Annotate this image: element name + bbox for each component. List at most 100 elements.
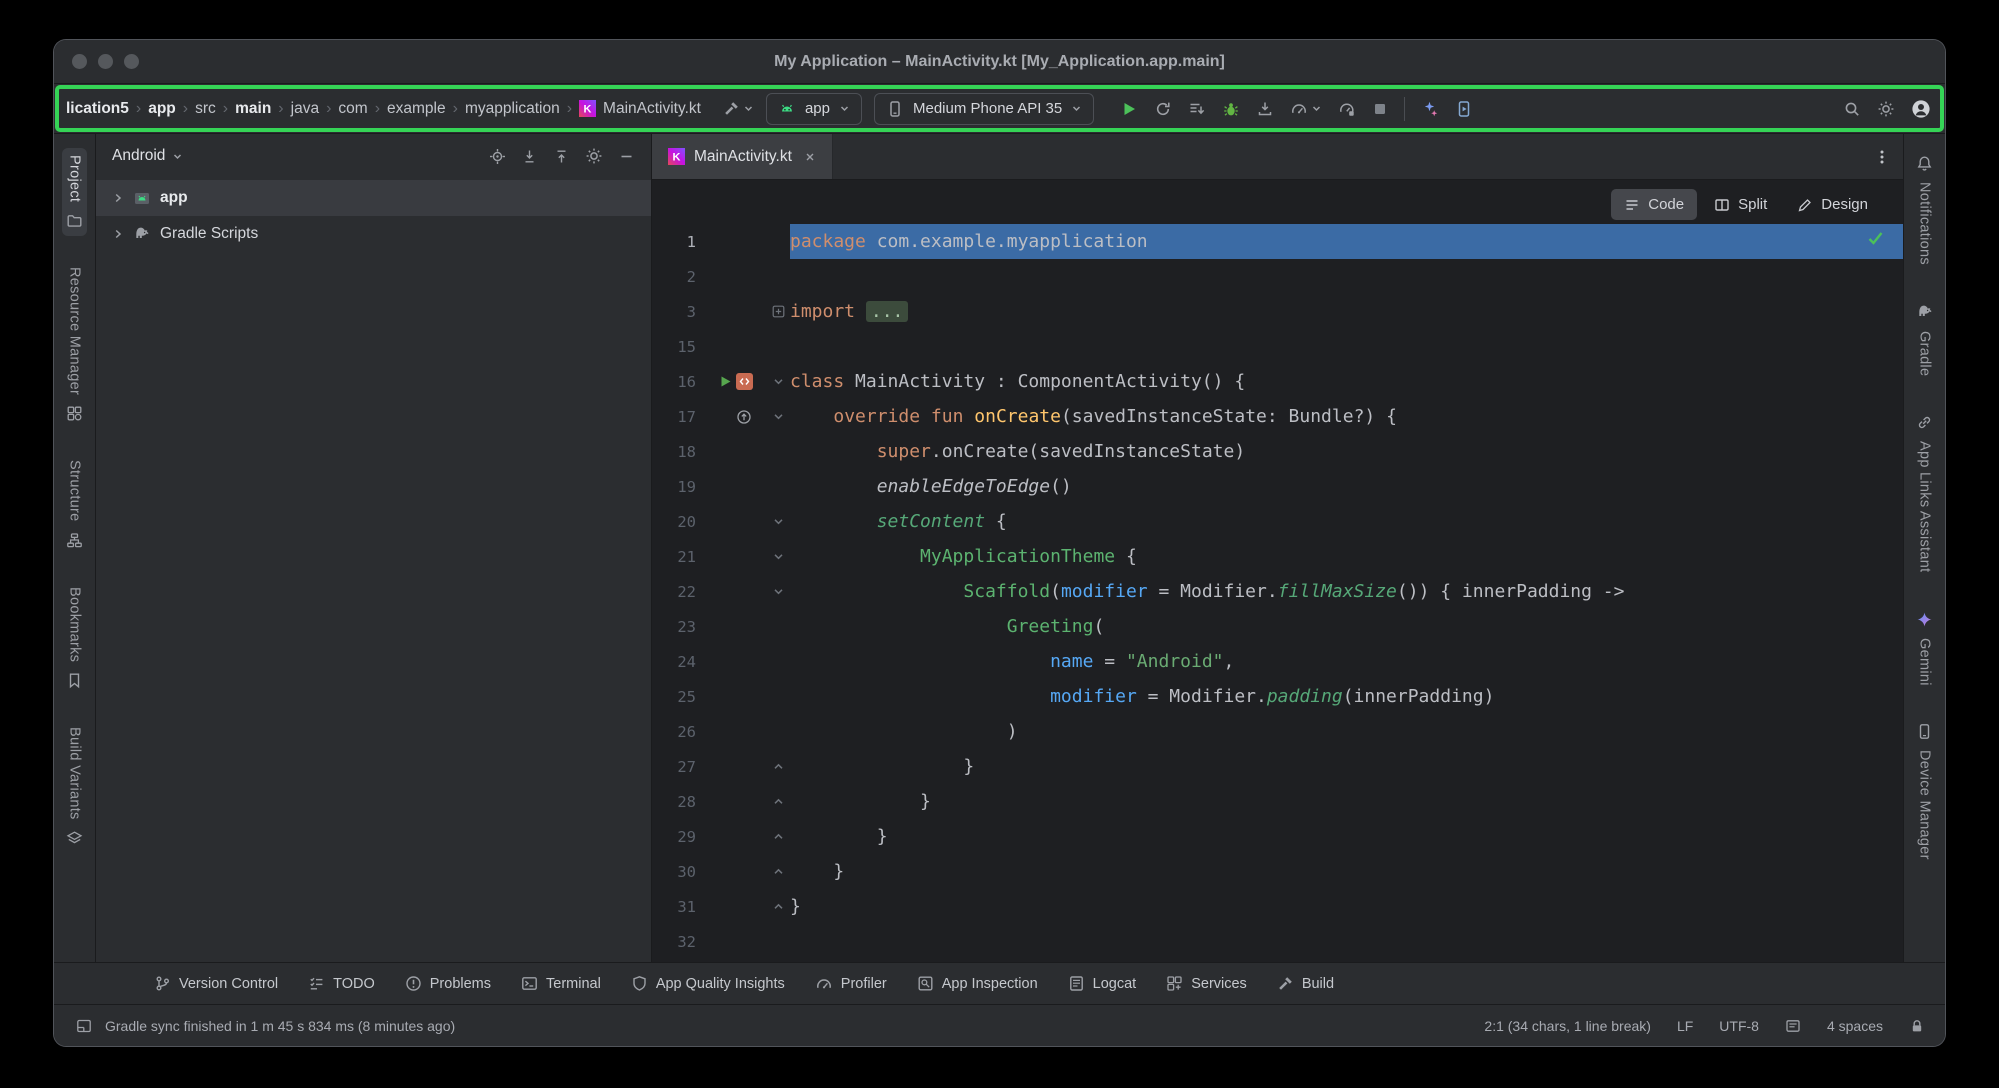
line-number[interactable]: 2 [652,268,712,286]
code-line-15[interactable]: 15 [652,329,1903,364]
code-line-3[interactable]: 3 import ... [652,294,1903,329]
minus-button[interactable] [618,148,635,165]
tool-stripe-gradle[interactable]: Gradle [1912,296,1938,383]
line-number[interactable]: 28 [652,793,712,811]
line-number[interactable]: 17 [652,408,712,426]
tool-stripe-gemini[interactable]: Gemini [1912,604,1937,693]
line-number[interactable]: 30 [652,863,712,881]
breadcrumb-item-example[interactable]: example [385,97,448,121]
account-button[interactable] [1911,99,1931,119]
tool-stripe-resource-manager[interactable]: Resource Manager [62,260,87,429]
view-mode-design[interactable]: Design [1784,189,1881,220]
chevron-right-icon[interactable] [112,228,124,240]
locate-button[interactable] [489,148,506,165]
line-number[interactable]: 29 [652,828,712,846]
breadcrumb-item-lication5[interactable]: lication5 [64,97,131,121]
line-number[interactable]: 25 [652,688,712,706]
tool-stripe-structure[interactable]: Structure [62,453,87,556]
fold-up-icon[interactable] [772,795,785,808]
fold-down-icon[interactable] [772,585,785,598]
breadcrumb-item-java[interactable]: java [289,97,321,121]
tool-stripe-build-variants[interactable]: Build Variants [62,720,87,854]
tool-window-layout-icon[interactable] [76,1018,92,1034]
collall-button[interactable] [553,148,570,165]
breadcrumb-item-app[interactable]: app [146,97,178,121]
code-text[interactable]: } [790,819,1903,854]
code-text[interactable] [790,329,1903,364]
code-line-27[interactable]: 27 } [652,749,1903,784]
indent-widget[interactable]: 4 spaces [1827,1018,1883,1034]
gutspacer-gutter-icon[interactable] [718,409,733,424]
line-number[interactable]: 22 [652,583,712,601]
settings-button[interactable] [1877,100,1895,118]
code-line-26[interactable]: 26 ) [652,714,1903,749]
line-number[interactable]: 23 [652,618,712,636]
code-line-31[interactable]: 31} [652,889,1903,924]
line-number[interactable]: 24 [652,653,712,671]
code-line-30[interactable]: 30 } [652,854,1903,889]
code-text[interactable]: import ... [790,294,1903,329]
code-text[interactable]: Scaffold(modifier = Modifier.fillMaxSize… [790,574,1903,609]
fold-down-icon[interactable] [772,550,785,563]
code-text[interactable]: super.onCreate(savedInstanceState) [790,434,1903,469]
tool-stripe-notifications[interactable]: Notifications [1912,148,1937,272]
gear-button[interactable] [585,147,603,165]
code-line-2[interactable]: 2 [652,259,1903,294]
code-text[interactable]: MyApplicationTheme { [790,539,1903,574]
code-line-28[interactable]: 28 } [652,784,1903,819]
code-line-19[interactable]: 19 enableEdgeToEdge() [652,469,1903,504]
code-line-21[interactable]: 21 MyApplicationTheme { [652,539,1903,574]
line-number[interactable]: 16 [652,373,712,391]
toolwindow-profiler[interactable]: Profiler [815,975,887,993]
fold-down-icon[interactable] [772,375,785,388]
toolwindow-app-quality-insights[interactable]: App Quality Insights [631,975,785,992]
line-number[interactable]: 3 [652,303,712,321]
view-mode-code[interactable]: Code [1611,189,1697,220]
line-number[interactable]: 32 [652,933,712,951]
code-line-25[interactable]: 25 modifier = Modifier.padding(innerPadd… [652,679,1903,714]
device-streaming-button[interactable] [1421,100,1439,118]
title-bar[interactable]: My Application – MainActivity.kt [My_App… [54,40,1945,84]
breadcrumb-item-src[interactable]: src [193,97,218,121]
attach-debugger-button[interactable] [1256,100,1274,118]
code-text[interactable]: } [790,784,1903,819]
compose-gutter-icon[interactable] [736,373,753,390]
run-button[interactable] [1120,100,1138,118]
code-text[interactable] [790,924,1903,959]
chevron-right-icon[interactable] [112,192,124,204]
fold-up-icon[interactable] [772,865,785,878]
code-line-1[interactable]: 1package com.example.myapplication [652,224,1903,259]
fold-up-icon[interactable] [772,760,785,773]
stop-button[interactable] [1372,101,1388,117]
code-text[interactable]: name = "Android", [790,644,1903,679]
code-text[interactable]: ) [790,714,1903,749]
toolwindow-problems[interactable]: Problems [405,975,491,992]
toolwindow-logcat[interactable]: Logcat [1068,975,1137,992]
line-number[interactable]: 26 [652,723,712,741]
tool-stripe-device-manager[interactable]: Device Manager [1912,716,1937,867]
close-window-button[interactable] [72,54,87,69]
code-text[interactable]: } [790,749,1903,784]
caret-position-widget[interactable]: 2:1 (34 chars, 1 line break) [1484,1018,1651,1034]
profile-low-overhead-button[interactable] [1338,100,1356,118]
editor-tab-mainactivity[interactable]: K MainActivity.kt [652,134,833,179]
runsmall-gutter-icon[interactable] [718,374,733,389]
line-separator-widget[interactable]: LF [1677,1018,1693,1034]
expall-button[interactable] [521,148,538,165]
fullscreen-window-button[interactable] [124,54,139,69]
fold-up-icon[interactable] [772,830,785,843]
apply-code-changes-button[interactable] [1188,100,1206,118]
line-number[interactable]: 21 [652,548,712,566]
close-tab-icon[interactable] [804,151,816,163]
encoding-widget[interactable]: UTF-8 [1719,1018,1759,1034]
override-gutter-icon[interactable] [736,409,752,425]
code-editor[interactable]: 1package com.example.myapplication23impo… [652,180,1903,962]
fold-up-icon[interactable] [772,900,785,913]
code-line-22[interactable]: 22 Scaffold(modifier = Modifier.fillMaxS… [652,574,1903,609]
tool-stripe-project[interactable]: Project [62,148,87,236]
fold-down-icon[interactable] [772,410,785,423]
code-text[interactable]: Greeting( [790,609,1903,644]
code-line-23[interactable]: 23 Greeting( [652,609,1903,644]
code-text[interactable]: enableEdgeToEdge() [790,469,1903,504]
device-selector[interactable]: Medium Phone API 35 [874,93,1094,125]
